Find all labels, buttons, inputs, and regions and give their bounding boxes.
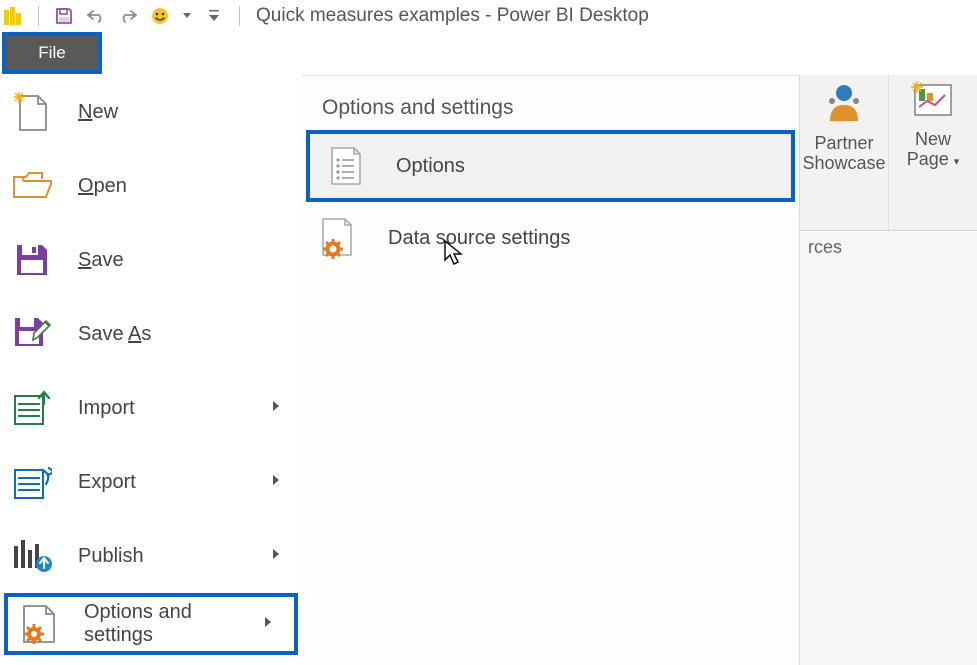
ribbon-button-partner-showcase[interactable]: PartnerShowcase	[800, 75, 889, 230]
options-icon	[326, 146, 366, 186]
open-folder-icon	[12, 166, 52, 206]
ribbon-partial: PartnerShowcase NewPage ▾ rces	[800, 75, 977, 665]
data-source-settings-icon	[318, 218, 358, 258]
menu-item-label: New	[78, 101, 118, 124]
menu-item-publish[interactable]: Publish	[0, 519, 302, 593]
smiley-dropdown-icon[interactable]	[181, 5, 193, 27]
import-icon	[12, 388, 52, 428]
menu-item-save[interactable]: Save	[0, 223, 302, 297]
menu-item-label: Open	[78, 175, 127, 198]
options-settings-icon	[20, 604, 58, 644]
ribbon-button-label: PartnerShowcase	[802, 134, 885, 174]
backstage-body: New Open Save	[0, 75, 977, 665]
chevron-right-icon	[272, 547, 280, 565]
app-icon[interactable]	[2, 5, 24, 27]
ribbon-group-row: PartnerShowcase NewPage ▾	[800, 75, 977, 231]
new-file-icon	[12, 92, 52, 132]
submenu-item-label: Options	[396, 155, 465, 178]
separator	[38, 6, 39, 26]
options-settings-submenu: Options and settings Options	[302, 75, 800, 665]
export-icon	[12, 462, 52, 502]
menu-item-label: Options and settings	[84, 601, 238, 647]
menu-item-label: Save As	[78, 323, 151, 346]
file-tab-label: File	[38, 43, 65, 63]
save-icon	[12, 240, 52, 280]
menu-item-export[interactable]: Export	[0, 445, 302, 519]
chevron-right-icon	[264, 615, 272, 633]
smiley-icon[interactable]	[149, 5, 171, 27]
ribbon-button-new-page[interactable]: NewPage ▾	[889, 75, 977, 230]
window-title: Quick measures examples - Power BI Deskt…	[256, 5, 649, 27]
redo-icon[interactable]	[117, 5, 139, 27]
file-tab[interactable]: File	[6, 36, 98, 70]
menu-item-open[interactable]: Open	[0, 149, 302, 223]
title-bar: Quick measures examples - Power BI Deskt…	[0, 0, 977, 32]
menu-item-new[interactable]: New	[0, 75, 302, 149]
submenu-item-options[interactable]: Options	[306, 130, 795, 202]
menu-item-label: Publish	[78, 545, 144, 568]
publish-icon	[12, 536, 52, 576]
ribbon-button-label: NewPage ▾	[907, 130, 960, 170]
save-icon[interactable]	[53, 5, 75, 27]
menu-item-import[interactable]: Import	[0, 371, 302, 445]
submenu-title: Options and settings	[302, 86, 799, 130]
menu-item-label: Save	[78, 249, 124, 272]
menu-item-options-and-settings[interactable]: Options and settings	[4, 593, 298, 655]
ribbon-tab-row: File	[0, 32, 977, 76]
undo-icon[interactable]	[85, 5, 107, 27]
chevron-right-icon	[272, 473, 280, 491]
ribbon-group-label-partial: rces	[800, 231, 977, 258]
backstage-left-menu: New Open Save	[0, 75, 302, 665]
separator	[239, 6, 240, 26]
menu-item-save-as[interactable]: Save As	[0, 297, 302, 371]
partner-showcase-icon	[824, 81, 864, 130]
submenu-item-label: Data source settings	[388, 227, 570, 250]
menu-item-label: Export	[78, 471, 136, 494]
submenu-item-data-source-settings[interactable]: Data source settings	[302, 202, 799, 274]
chevron-right-icon	[272, 399, 280, 417]
menu-item-label: Import	[78, 397, 135, 420]
save-as-icon	[12, 314, 52, 354]
quick-access-toolbar	[0, 0, 250, 31]
customize-qat-icon[interactable]	[203, 5, 225, 27]
new-page-icon	[911, 81, 955, 126]
